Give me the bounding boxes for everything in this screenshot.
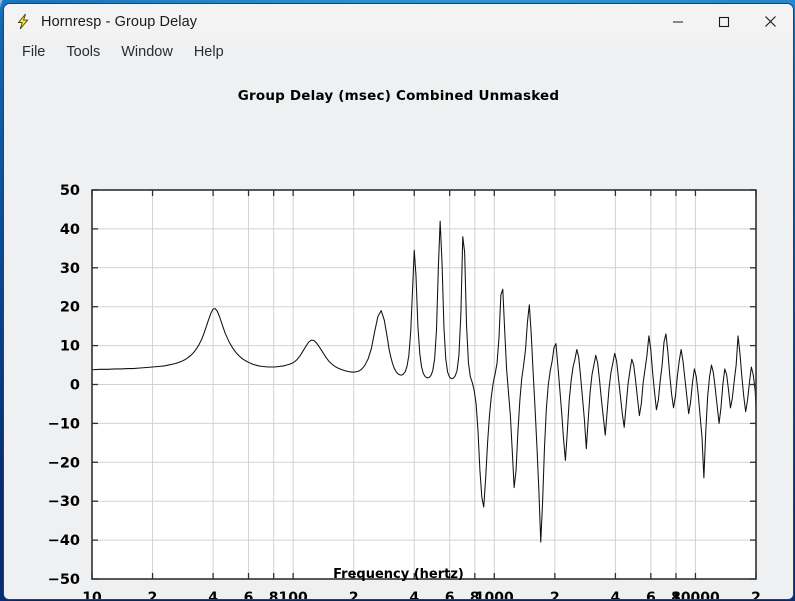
maximize-button[interactable] <box>701 4 747 39</box>
client-area: Group Delay (msec) Combined Unmasked 50 4… <box>4 64 793 599</box>
svg-text:30: 30 <box>60 261 80 277</box>
window-controls <box>655 4 793 39</box>
plot-canvas: 50403020100−10−20−30−40−5010 2 4 6 8 100 2 4 6 81… <box>48 183 761 599</box>
svg-text:10: 10 <box>82 590 102 599</box>
menu-item-tools[interactable]: Tools <box>57 42 109 62</box>
svg-text:40: 40 <box>60 222 80 238</box>
svg-text:4: 4 <box>409 590 419 599</box>
svg-text:100: 100 <box>279 590 308 599</box>
menu-item-file[interactable]: File <box>13 42 54 62</box>
svg-text:6: 6 <box>445 590 455 599</box>
menu-item-help[interactable]: Help <box>185 42 233 62</box>
svg-text:−20: −20 <box>48 455 80 471</box>
svg-text:1000: 1000 <box>475 590 514 599</box>
svg-text:50: 50 <box>60 183 80 199</box>
lightning-bolt-icon <box>15 13 32 30</box>
menu-item-window[interactable]: Window <box>112 42 182 62</box>
svg-text:2: 2 <box>550 590 560 599</box>
menu-bar: File Tools Window Help <box>4 39 793 64</box>
svg-text:4: 4 <box>208 590 218 599</box>
group-delay-plot: 50 40 30 20 10 0 −10 −20 −30 −40 −50 10 2 4 6 8 100 2 4 6 8 1… <box>4 64 793 599</box>
svg-text:−30: −30 <box>48 494 80 510</box>
svg-text:−40: −40 <box>48 533 80 549</box>
app-window: Hornresp - Group Delay File Tools Window… <box>3 3 794 600</box>
title-bar: Hornresp - Group Delay <box>4 4 793 39</box>
close-button[interactable] <box>747 4 793 39</box>
svg-text:2: 2 <box>349 590 359 599</box>
svg-text:6: 6 <box>244 590 254 599</box>
svg-text:8: 8 <box>269 590 279 599</box>
x-axis-title: Frequency (hertz) <box>333 567 464 582</box>
svg-text:0: 0 <box>70 378 80 394</box>
svg-text:2: 2 <box>751 590 761 599</box>
svg-text:20: 20 <box>60 300 80 316</box>
svg-text:10: 10 <box>60 339 80 355</box>
svg-text:6: 6 <box>646 590 656 599</box>
minimize-button[interactable] <box>655 4 701 39</box>
svg-text:−10: −10 <box>48 416 80 432</box>
svg-text:2: 2 <box>148 590 158 599</box>
svg-text:4: 4 <box>611 590 621 599</box>
window-title: Hornresp - Group Delay <box>41 13 198 30</box>
svg-text:10000: 10000 <box>671 590 720 599</box>
